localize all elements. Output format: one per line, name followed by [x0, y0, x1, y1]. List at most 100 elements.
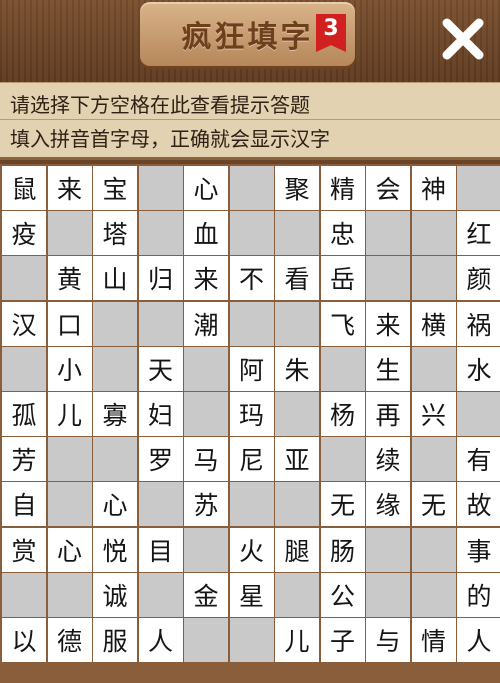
- grid-cell[interactable]: 山: [93, 256, 137, 301]
- grid-cell[interactable]: 自: [2, 482, 46, 527]
- grid-cell[interactable]: 潮: [184, 301, 228, 346]
- grid-cell[interactable]: 子: [320, 617, 365, 662]
- blocked-cell: [184, 617, 228, 662]
- grid-cell[interactable]: 马: [184, 437, 228, 482]
- grid-cell[interactable]: 寡: [93, 391, 137, 436]
- grid-cell[interactable]: 目: [138, 527, 183, 572]
- grid-cell[interactable]: 再: [366, 391, 410, 436]
- grid-cell[interactable]: 情: [411, 617, 456, 662]
- grid-cell[interactable]: 心: [47, 527, 92, 572]
- grid-cell[interactable]: 横: [411, 301, 456, 346]
- grid-cell[interactable]: 忠: [320, 211, 365, 256]
- grid-cell[interactable]: 德: [47, 617, 92, 662]
- grid-cell[interactable]: 火: [229, 527, 274, 572]
- grid-cell[interactable]: 祸: [457, 301, 500, 346]
- grid-cell[interactable]: 岳: [320, 256, 365, 301]
- blocked-cell: [47, 482, 92, 527]
- grid-cell[interactable]: 缘: [366, 482, 410, 527]
- grid-cell[interactable]: 疫: [2, 211, 46, 256]
- puzzle-board: 鼠来宝心聚精会神疫塔血忠红黄山归来不看岳颜汉口潮飞来横祸小天阿朱生水孤儿寡妇玛杨…: [0, 164, 500, 683]
- grid-cell[interactable]: 看: [275, 256, 319, 301]
- hint-text-2: 填入拼音首字母，正确就会显示汉字: [10, 127, 330, 151]
- grid-cell[interactable]: 飞: [320, 301, 365, 346]
- grid-cell[interactable]: 来: [366, 301, 410, 346]
- grid-cell[interactable]: 金: [184, 572, 228, 617]
- grid-cell[interactable]: 无: [320, 482, 365, 527]
- grid-cell[interactable]: 小: [47, 346, 92, 391]
- grid-cell[interactable]: 塔: [93, 211, 137, 256]
- blocked-cell: [47, 211, 92, 256]
- header-bar: 疯狂填字 3: [0, 0, 500, 82]
- grid-cell[interactable]: 儿: [47, 391, 92, 436]
- grid-cell[interactable]: 黄: [47, 256, 92, 301]
- close-button[interactable]: [438, 14, 488, 64]
- grid-cell[interactable]: 归: [138, 256, 183, 301]
- grid-cell[interactable]: 杨: [320, 391, 365, 436]
- grid-cell[interactable]: 生: [366, 346, 410, 391]
- blocked-cell: [457, 166, 500, 210]
- grid-cell[interactable]: 以: [2, 617, 46, 662]
- blocked-cell: [320, 346, 365, 391]
- grid-cell[interactable]: 苏: [184, 482, 228, 527]
- grid-cell[interactable]: 公: [320, 572, 365, 617]
- grid-cell[interactable]: 的: [457, 572, 500, 617]
- grid-cell[interactable]: 来: [184, 256, 228, 301]
- grid-cell[interactable]: 事: [457, 527, 500, 572]
- grid-cell[interactable]: 肠: [320, 527, 365, 572]
- grid-cell[interactable]: 罗: [138, 437, 183, 482]
- grid-cell[interactable]: 服: [93, 617, 137, 662]
- grid-cell[interactable]: 有: [457, 437, 500, 482]
- grid-cell[interactable]: 星: [229, 572, 274, 617]
- grid-cell[interactable]: 红: [457, 211, 500, 256]
- grid-cell[interactable]: 聚: [275, 166, 319, 210]
- blocked-cell: [275, 301, 319, 346]
- grid-cell[interactable]: 兴: [411, 391, 456, 436]
- blocked-cell: [47, 572, 92, 617]
- grid-cell[interactable]: 人: [138, 617, 183, 662]
- grid-cell[interactable]: 无: [411, 482, 456, 527]
- grid-cell[interactable]: 续: [366, 437, 410, 482]
- grid-cell[interactable]: 阿: [229, 346, 274, 391]
- grid-cell[interactable]: 来: [47, 166, 92, 210]
- blocked-cell: [275, 572, 319, 617]
- grid-cell[interactable]: 不: [229, 256, 274, 301]
- blocked-cell: [457, 391, 500, 436]
- grid-cell[interactable]: 悦: [93, 527, 137, 572]
- blocked-cell: [411, 346, 456, 391]
- grid-cell[interactable]: 血: [184, 211, 228, 256]
- grid-cell[interactable]: 亚: [275, 437, 319, 482]
- grid-cell[interactable]: 精: [320, 166, 365, 210]
- grid-cell[interactable]: 故: [457, 482, 500, 527]
- blocked-cell: [229, 482, 274, 527]
- grid-cell[interactable]: 芳: [2, 437, 46, 482]
- blocked-cell: [366, 256, 410, 301]
- blocked-cell: [184, 391, 228, 436]
- blocked-cell: [184, 527, 228, 572]
- grid-cell[interactable]: 口: [47, 301, 92, 346]
- blocked-cell: [93, 437, 137, 482]
- grid-cell[interactable]: 鼠: [2, 166, 46, 210]
- grid-cell[interactable]: 赏: [2, 527, 46, 572]
- grid-cell[interactable]: 会: [366, 166, 410, 210]
- grid-cell[interactable]: 妇: [138, 391, 183, 436]
- grid-cell[interactable]: 尼: [229, 437, 274, 482]
- grid-cell[interactable]: 神: [411, 166, 456, 210]
- grid-cell[interactable]: 人: [457, 617, 500, 662]
- grid-cell[interactable]: 与: [366, 617, 410, 662]
- grid-cell[interactable]: 儿: [275, 617, 319, 662]
- grid-cell[interactable]: 心: [184, 166, 228, 210]
- grid-cell[interactable]: 汉: [2, 301, 46, 346]
- grid-cell[interactable]: 颜: [457, 256, 500, 301]
- level-number: 3: [323, 16, 339, 41]
- grid-cell[interactable]: 宝: [93, 166, 137, 210]
- grid-cell[interactable]: 腿: [275, 527, 319, 572]
- grid-cell[interactable]: 心: [93, 482, 137, 527]
- grid-cell[interactable]: 玛: [229, 391, 274, 436]
- grid-cell[interactable]: 孤: [2, 391, 46, 436]
- grid-cell[interactable]: 天: [138, 346, 183, 391]
- blocked-cell: [93, 301, 137, 346]
- grid-cell[interactable]: 诚: [93, 572, 137, 617]
- grid-cell[interactable]: 朱: [275, 346, 319, 391]
- grid-cell[interactable]: 水: [457, 346, 500, 391]
- blocked-cell: [275, 211, 319, 256]
